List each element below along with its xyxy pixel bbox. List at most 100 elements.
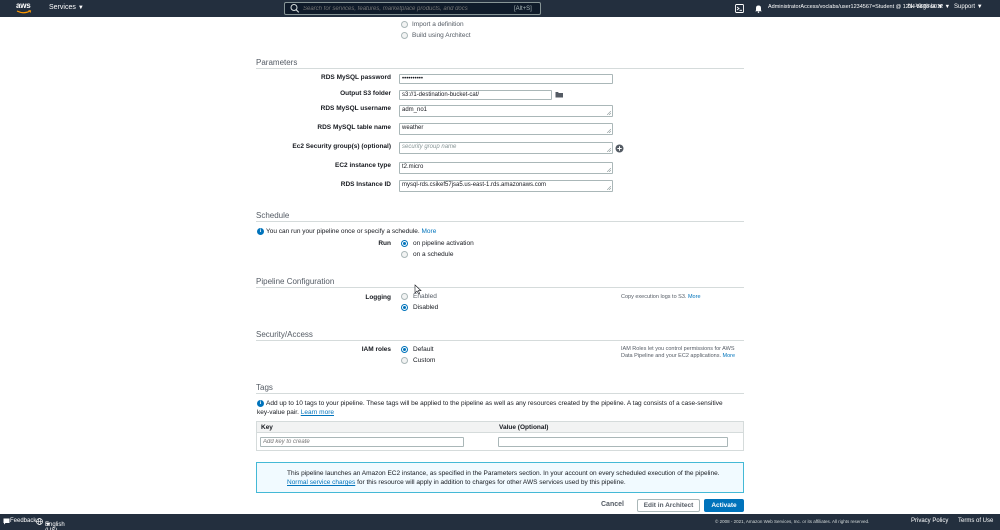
- normal-service-charges-link[interactable]: Normal service charges: [287, 479, 355, 486]
- tags-section-title: Tags: [256, 383, 744, 394]
- top-navigation-bar: aws Services▼ [Alt+S] AdministratorAcces…: [0, 0, 1000, 17]
- iam-help-line1: IAM Roles let you control permissions fo…: [621, 346, 735, 352]
- feedback-icon[interactable]: [3, 518, 10, 525]
- rds-instance-value: mysql-rds.csikef57jsa5.us-east-1.rds.ama…: [402, 182, 547, 188]
- resize-handle-icon[interactable]: [607, 148, 611, 152]
- source-architect-radio[interactable]: [401, 32, 408, 39]
- schedule-more-link[interactable]: More: [422, 228, 437, 235]
- aws-logo-text: aws: [16, 1, 31, 10]
- caret-down-icon: ▼: [944, 4, 951, 10]
- add-circle-icon[interactable]: [615, 144, 624, 153]
- ec2-type-input[interactable]: t2.micro: [399, 162, 613, 174]
- logging-more-link[interactable]: More: [688, 294, 701, 300]
- notice-line1: This pipeline launches an Amazon EC2 ins…: [287, 470, 720, 477]
- ec2-sg-placeholder: security group name: [402, 144, 457, 150]
- rds-password-input[interactable]: ••••••••••: [399, 74, 613, 84]
- logging-disabled-label: Disabled: [413, 304, 439, 311]
- ec2-sg-label: Ec2 Security group(s) (optional): [292, 143, 391, 150]
- rds-username-input[interactable]: adm_no1: [399, 105, 613, 117]
- cancel-button[interactable]: Cancel: [601, 501, 624, 508]
- source-import-radio[interactable]: [401, 21, 408, 28]
- rds-table-value: weather: [402, 125, 424, 131]
- ec2-sg-input[interactable]: security group name: [399, 142, 613, 154]
- caret-down-icon: ▼: [45, 522, 51, 528]
- rds-password-label: RDS MySQL password: [321, 74, 391, 81]
- parameters-section-title: Parameters: [256, 58, 744, 69]
- tags-key-header: Key: [261, 424, 273, 431]
- services-menu[interactable]: Services ▼: [49, 4, 84, 11]
- iam-default-radio[interactable]: [401, 346, 408, 353]
- logging-help-text: Copy execution logs to S3.: [621, 294, 687, 300]
- tags-value-header: Value (Optional): [499, 424, 549, 431]
- mouse-cursor-icon: [414, 284, 422, 295]
- logging-label: Logging: [365, 294, 391, 301]
- iam-default-label: Default: [413, 346, 434, 353]
- ec2-type-value: t2.micro: [402, 164, 424, 170]
- privacy-policy-link[interactable]: Privacy Policy: [911, 518, 948, 524]
- aws-smile-icon: [16, 10, 32, 14]
- logging-disabled-radio[interactable]: [401, 304, 408, 311]
- aws-logo[interactable]: aws: [16, 2, 36, 15]
- tags-info-line2: key-value pair.: [257, 409, 299, 416]
- iam-custom-label: Custom: [413, 357, 436, 364]
- activate-button[interactable]: Activate: [704, 499, 744, 512]
- console-footer: Feedback English (US) ▼ © 2008 - 2021, A…: [0, 514, 1000, 530]
- resize-handle-icon[interactable]: [607, 168, 611, 172]
- tag-value-input[interactable]: [498, 437, 728, 447]
- resize-handle-icon[interactable]: [607, 111, 611, 115]
- search-shortcut-hint: [Alt+S]: [514, 5, 532, 12]
- global-search[interactable]: [Alt+S]: [284, 2, 541, 15]
- caret-down-icon: ▼: [937, 4, 944, 10]
- output-s3-input[interactable]: s3://1-destination-bucket-cat/: [399, 90, 552, 100]
- ec2-charges-notice: This pipeline launches an Amazon EC2 ins…: [256, 462, 744, 493]
- run-label: Run: [378, 240, 391, 247]
- tags-table-header: Key Value (Optional): [257, 422, 743, 433]
- tags-info-line1: Add up to 10 tags to your pipeline. Thes…: [266, 400, 723, 407]
- tags-learn-more-link[interactable]: Learn more: [301, 409, 334, 416]
- info-icon: i: [257, 228, 264, 235]
- search-input[interactable]: [303, 5, 508, 12]
- output-s3-label: Output S3 folder: [340, 90, 391, 97]
- rds-username-label: RDS MySQL username: [320, 105, 391, 112]
- support-label: Support: [954, 4, 976, 10]
- copyright-text: © 2008 - 2021, Amazon Web Services, Inc.…: [715, 519, 870, 524]
- info-icon: i: [257, 400, 264, 407]
- rds-instance-input[interactable]: mysql-rds.csikef57jsa5.us-east-1.rds.ama…: [399, 180, 613, 192]
- security-section-title: Security/Access: [256, 330, 744, 341]
- logging-enabled-radio[interactable]: [401, 293, 408, 300]
- services-label: Services: [49, 4, 76, 11]
- notifications-bell-icon[interactable]: [754, 4, 763, 13]
- run-on-activation-radio[interactable]: [401, 240, 408, 247]
- region-selector[interactable]: N. Virginia ▼: [908, 4, 943, 10]
- resize-handle-icon[interactable]: [607, 186, 611, 190]
- iam-help-line2: Data Pipeline and your EC2 applications.: [621, 353, 721, 359]
- run-on-activation-label: on pipeline activation: [413, 240, 474, 247]
- schedule-section-title: Schedule: [256, 211, 744, 222]
- iam-help: IAM Roles let you control permissions fo…: [621, 346, 746, 360]
- rds-table-input[interactable]: weather: [399, 123, 613, 135]
- notice-line2: for this resource will apply in addition…: [357, 479, 626, 486]
- globe-icon: [36, 518, 43, 525]
- search-icon: [290, 4, 300, 13]
- rds-instance-label: RDS Instance ID: [340, 181, 391, 188]
- caret-down-icon: ▼: [976, 4, 983, 10]
- run-on-schedule-label: on a schedule: [413, 251, 454, 258]
- run-on-schedule-radio[interactable]: [401, 251, 408, 258]
- tags-table: Key Value (Optional): [256, 421, 744, 451]
- iam-custom-radio[interactable]: [401, 357, 408, 364]
- resize-handle-icon[interactable]: [607, 129, 611, 133]
- ec2-type-label: EC2 instance type: [335, 162, 391, 169]
- feedback-link[interactable]: Feedback: [10, 518, 36, 524]
- tags-info-cont: key-value pair. Learn more: [257, 408, 334, 417]
- terms-of-use-link[interactable]: Terms of Use: [958, 518, 993, 524]
- cloudshell-icon[interactable]: [735, 4, 744, 13]
- folder-browse-icon[interactable]: [555, 91, 564, 98]
- schedule-info: You can run your pipeline once or specif…: [266, 228, 436, 235]
- iam-more-link[interactable]: More: [723, 353, 736, 359]
- notice-text: This pipeline launches an Amazon EC2 ins…: [287, 469, 737, 487]
- support-menu[interactable]: Support ▼: [954, 4, 983, 10]
- rds-username-value: adm_no1: [402, 107, 428, 113]
- tag-key-input[interactable]: [260, 437, 464, 447]
- edit-in-architect-button[interactable]: Edit in Architect: [637, 499, 700, 512]
- caret-down-icon: ▼: [77, 5, 84, 11]
